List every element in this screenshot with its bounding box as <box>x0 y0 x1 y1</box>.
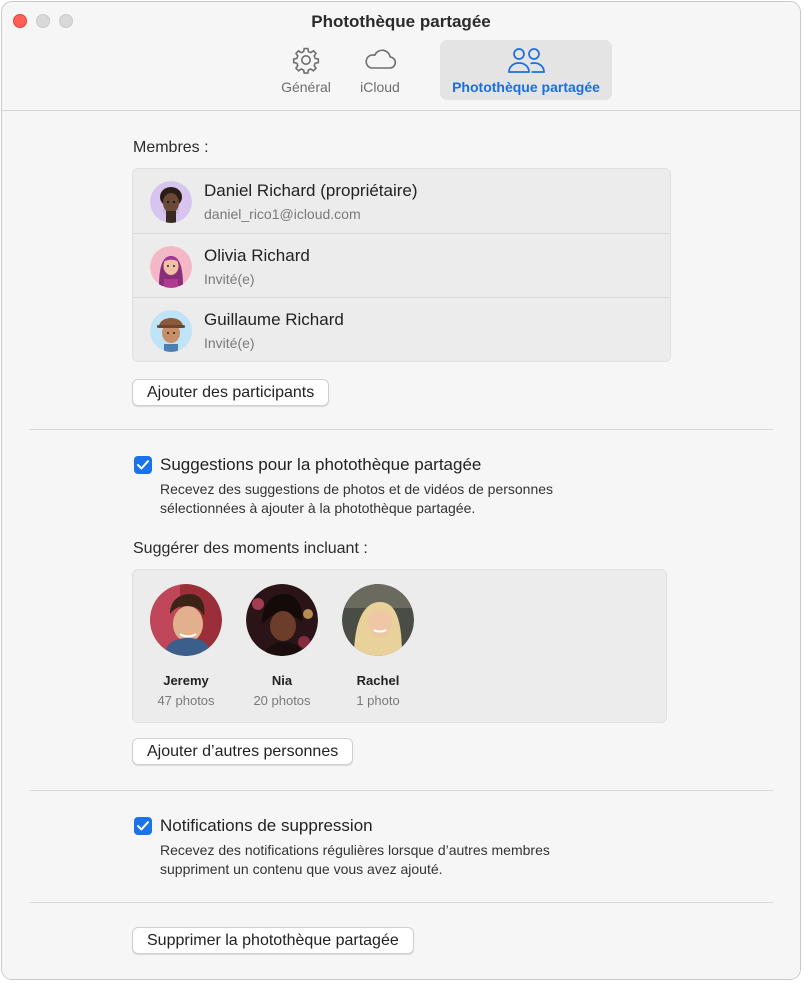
tab-general[interactable]: Général <box>274 40 338 100</box>
person-item[interactable]: Jeremy 47 photos <box>138 584 234 708</box>
divider <box>29 429 773 430</box>
people-icon <box>508 48 545 73</box>
suggestions-checkbox[interactable] <box>134 456 152 474</box>
person-name: Jeremy <box>163 673 209 688</box>
person-photo <box>342 584 414 656</box>
add-participants-button[interactable]: Ajouter des participants <box>132 379 330 406</box>
member-row[interactable]: Daniel Richard (propriétaire) daniel_ric… <box>133 169 670 233</box>
tab-shared-library-label: Photothèque partagée <box>452 79 600 95</box>
suggested-people: Jeremy 47 photos Nia 20 photos Rachel 1 … <box>132 569 667 723</box>
add-more-people-button[interactable]: Ajouter d’autres personnes <box>132 738 354 765</box>
member-name: Daniel Richard (propriétaire) <box>204 181 418 200</box>
deletion-notifications-checkbox[interactable] <box>134 817 152 835</box>
divider <box>29 790 773 791</box>
tab-icloud-label: iCloud <box>360 79 400 95</box>
tab-icloud[interactable]: iCloud <box>352 40 408 100</box>
person-item[interactable]: Nia 20 photos <box>234 584 330 708</box>
deletion-notifications-description: Recevez des notifications régulières lor… <box>160 842 550 877</box>
person-photo <box>246 584 318 656</box>
avatar <box>150 310 192 352</box>
suggestions-title: Suggestions pour la photothèque partagée <box>160 455 482 474</box>
checkmark-icon <box>137 821 149 831</box>
person-photo <box>150 584 222 656</box>
tab-shared-library[interactable]: Photothèque partagée <box>440 40 612 100</box>
checkmark-icon <box>137 460 149 470</box>
member-status: Invité(e) <box>204 335 255 351</box>
members-label: Membres : <box>133 139 209 156</box>
person-photo-count: 1 photo <box>356 693 400 708</box>
settings-content: Membres : Daniel Richard (propriétaire) … <box>2 111 800 979</box>
person-name: Nia <box>271 673 293 688</box>
deletion-notifications-title: Notifications de suppression <box>160 816 373 835</box>
tab-general-label: Général <box>281 79 331 95</box>
moments-label: Suggérer des moments incluant : <box>133 540 368 557</box>
delete-shared-library-button[interactable]: Supprimer la photothèque partagée <box>132 927 414 954</box>
person-item[interactable]: Rachel 1 photo <box>330 584 426 708</box>
toolbar: Photothèque partagée Général iCloud Phot… <box>2 2 800 111</box>
gear-icon <box>292 47 320 74</box>
member-row[interactable]: Guillaume Richard Invité(e) <box>133 297 670 362</box>
avatar <box>150 246 192 288</box>
cloud-icon <box>365 49 397 69</box>
member-email: daniel_rico1@icloud.com <box>204 206 361 222</box>
divider <box>29 902 773 903</box>
member-name: Guillaume Richard <box>204 310 344 329</box>
suggestions-description: Recevez des suggestions de photos et de … <box>160 481 554 516</box>
member-row[interactable]: Olivia Richard Invité(e) <box>133 233 670 298</box>
window-title: Photothèque partagée <box>311 12 491 31</box>
settings-window: Photothèque partagée Général iCloud Phot… <box>1 1 801 980</box>
person-name: Rachel <box>356 673 400 688</box>
member-name: Olivia Richard <box>204 246 310 265</box>
person-photo-count: 20 photos <box>253 693 311 708</box>
member-status: Invité(e) <box>204 271 255 287</box>
avatar <box>150 181 192 223</box>
person-photo-count: 47 photos <box>157 693 215 708</box>
members-list: Daniel Richard (propriétaire) daniel_ric… <box>132 168 671 362</box>
